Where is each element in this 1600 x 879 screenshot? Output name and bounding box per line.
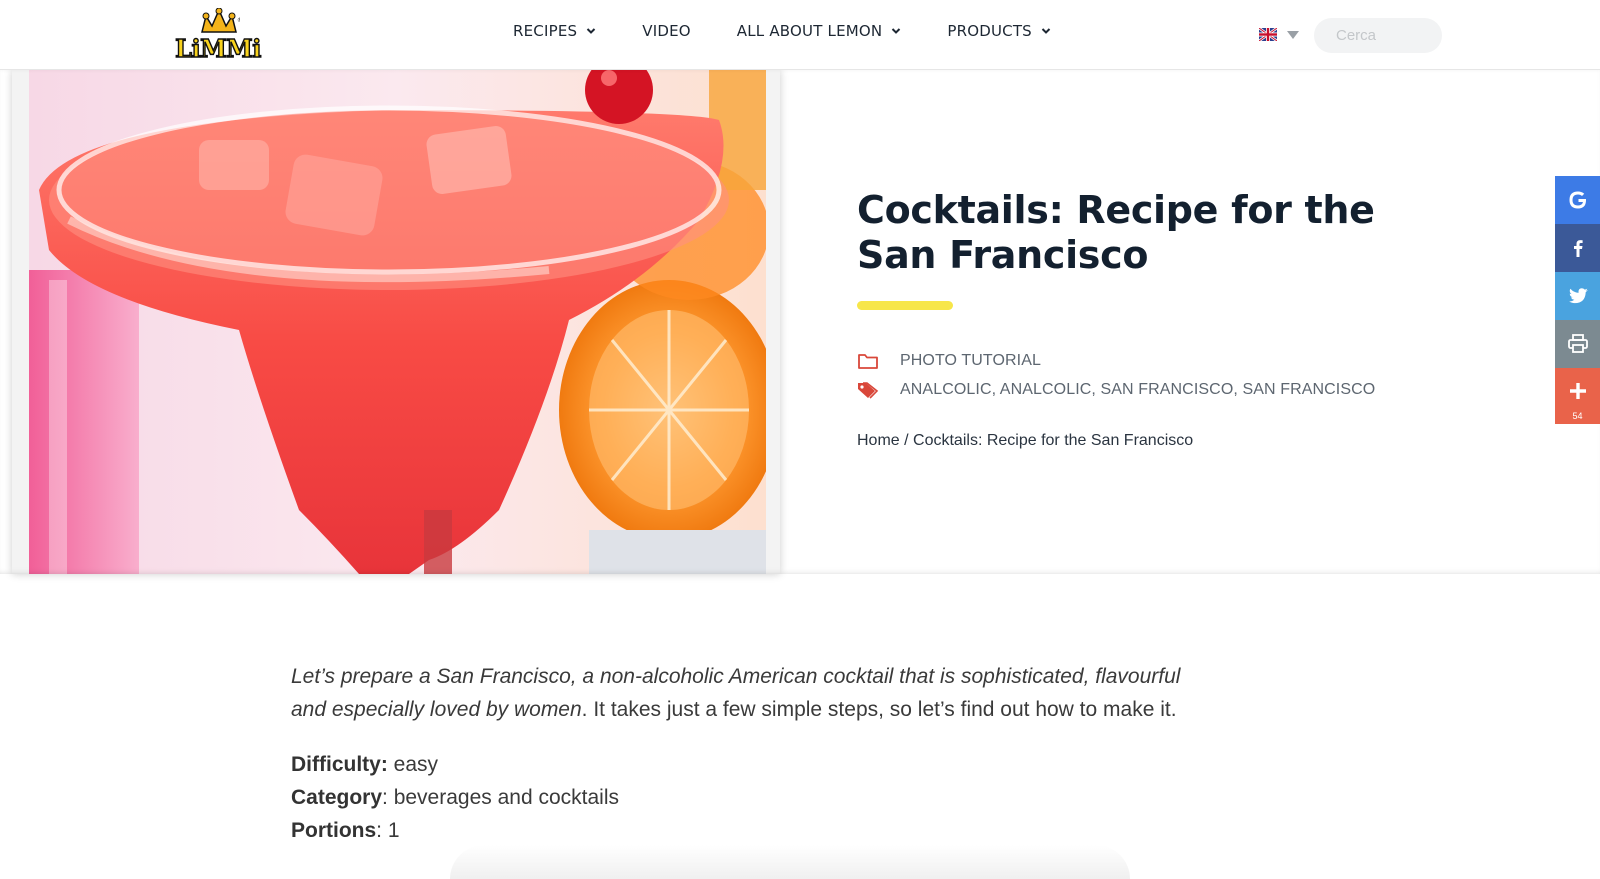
nav-video[interactable]: VIDEO (642, 22, 691, 40)
folder-icon (858, 354, 878, 369)
nav-all-about-lemon-label: ALL ABOUT LEMON (736, 22, 883, 40)
tags-links[interactable]: ANALCOLIC, ANALCOLIC, SAN FRANCISCO, SAN… (900, 381, 1375, 399)
fact-portions: Portions: 1 (291, 814, 1191, 847)
caret-down-icon (1287, 30, 1299, 39)
article-body: Let’s prepare a San Francisco, a non-alc… (291, 660, 1191, 847)
twitter-icon (1568, 288, 1588, 304)
site-header: ® LiMMi RECIPES VIDEO ALL ABOUT LEMON PR… (0, 0, 1600, 70)
title-accent-bar (857, 301, 953, 310)
facebook-icon (1573, 240, 1583, 257)
recipe-facts: Difficulty: easy Category: beverages and… (291, 748, 1191, 847)
cocktail-photo (29, 70, 766, 574)
article-intro: Let’s prepare a San Francisco, a non-alc… (291, 660, 1191, 726)
fact-value: : beverages and cocktails (382, 786, 619, 809)
svg-text:®: ® (237, 17, 240, 24)
main-nav: RECIPES VIDEO ALL ABOUT LEMON PRODUCTS (513, 22, 1097, 40)
nav-video-label: VIDEO (642, 22, 691, 40)
google-share-button[interactable] (1555, 176, 1600, 224)
breadcrumb-current: Cocktails: Recipe for the San Francisco (913, 432, 1194, 449)
breadcrumb-home-link[interactable]: Home (857, 432, 900, 449)
print-button[interactable] (1555, 320, 1600, 368)
share-count: 54 (1572, 411, 1583, 421)
fact-label: Difficulty: (291, 753, 388, 776)
chevron-down-icon (587, 28, 596, 34)
scroll-fade (450, 845, 1130, 879)
fact-value: easy (387, 753, 439, 776)
nav-recipes-label: RECIPES (513, 22, 578, 40)
nav-products[interactable]: PRODUCTS (947, 22, 1051, 40)
article-tags-row: ANALCOLIC, ANALCOLIC, SAN FRANCISCO, SAN… (857, 380, 1375, 400)
intro-rest-text: . It takes just a few simple steps, so l… (581, 698, 1177, 721)
plus-icon (1569, 383, 1586, 399)
lemon-crown-logo-icon: ® (201, 8, 240, 33)
logo-wordmark: LiMMi (174, 33, 262, 63)
limmi-logo[interactable]: ® LiMMi (168, 8, 268, 64)
fact-difficulty: Difficulty: easy (291, 748, 1191, 781)
nav-recipes[interactable]: RECIPES (513, 22, 596, 40)
nav-products-label: PRODUCTS (947, 22, 1032, 40)
twitter-share-button[interactable] (1555, 272, 1600, 320)
category-link[interactable]: PHOTO TUTORIAL (900, 352, 1041, 370)
more-share-button[interactable]: 54 (1555, 368, 1600, 424)
breadcrumb-separator: / (899, 432, 914, 449)
share-sidebar: 54 (1555, 176, 1600, 424)
facebook-share-button[interactable] (1555, 224, 1600, 272)
uk-flag-icon (1259, 28, 1277, 41)
chevron-down-icon (1041, 28, 1051, 34)
breadcrumb: Home / Cocktails: Recipe for the San Fra… (857, 432, 1193, 450)
fact-category: Category: beverages and cocktails (291, 781, 1191, 814)
article-title: Cocktails: Recipe for the San Francisco (857, 188, 1375, 277)
search-input[interactable] (1314, 18, 1442, 53)
fact-label: Portions (291, 819, 377, 842)
fact-value: : 1 (376, 819, 400, 842)
fact-label: Category (291, 786, 383, 809)
nav-all-about-lemon[interactable]: ALL ABOUT LEMON (737, 22, 902, 40)
tags-icon (858, 382, 879, 399)
google-icon (1569, 191, 1586, 209)
article-category-row: PHOTO TUTORIAL (857, 351, 1041, 371)
print-icon (1567, 334, 1588, 353)
chevron-down-icon (892, 28, 901, 34)
language-selector[interactable] (1259, 28, 1299, 41)
